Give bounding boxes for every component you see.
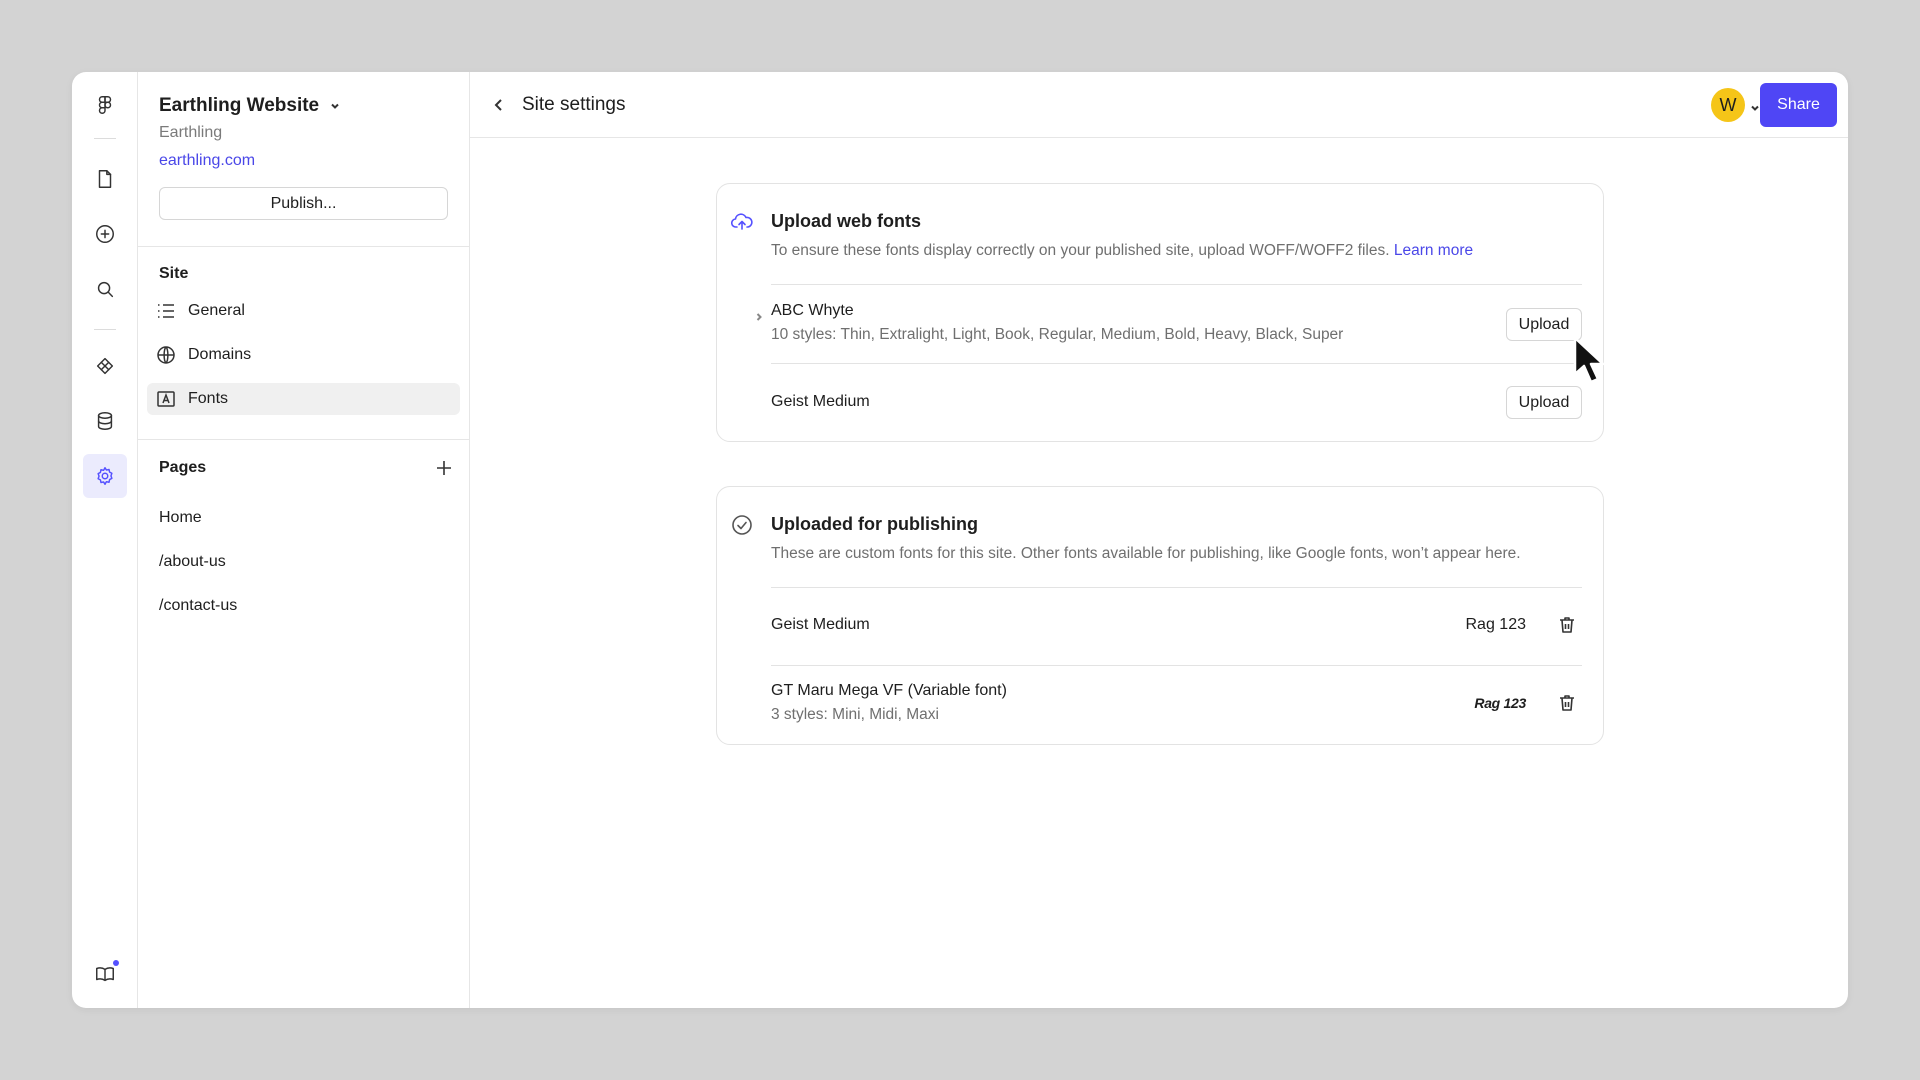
sidebar-item-general[interactable]: General (147, 295, 460, 327)
chevron-down-icon (1751, 105, 1759, 111)
font-styles: 3 styles: Mini, Midi, Maxi (771, 706, 939, 723)
uploaded-for-publishing-card: Uploaded for publishing These are custom… (716, 486, 1604, 745)
top-bar: Site settings W Share (470, 72, 1848, 138)
main-content: Site settings W Share Upload web fonts T… (470, 72, 1848, 1008)
sidebar-item-label: General (188, 302, 245, 319)
divider (771, 665, 1582, 666)
icon-rail (72, 72, 138, 1008)
team-name: Earthling (159, 124, 223, 141)
sidebar-item-label: Domains (188, 346, 252, 363)
card-description-text: To ensure these fonts display correctly … (771, 242, 1390, 259)
domain-link[interactable]: earthling.com (159, 152, 448, 170)
pages-section: Pages Home /about-us /contact-us (138, 440, 469, 628)
divider (771, 363, 1582, 364)
components-icon[interactable] (83, 344, 127, 388)
divider (771, 587, 1582, 588)
sidebar-item-domains[interactable]: Domains (147, 339, 460, 371)
card-description: To ensure these fonts display correctly … (771, 242, 1473, 260)
page-item-about-us[interactable]: /about-us (138, 540, 469, 584)
page-title: Site settings (522, 94, 626, 115)
chevron-down-icon (331, 103, 339, 109)
sidebar-item-fonts[interactable]: Fonts (147, 383, 460, 415)
font-name: Geist Medium (771, 616, 870, 633)
avatar-menu-chevron[interactable] (1750, 100, 1760, 111)
chevron-right-icon (756, 313, 762, 321)
font-styles: 10 styles: Thin, Extralight, Light, Book… (771, 326, 1344, 343)
globe-icon (157, 346, 175, 364)
upload-button[interactable]: Upload (1506, 308, 1582, 341)
database-icon[interactable] (83, 399, 127, 443)
site-section: Site General Domains Fonts (138, 247, 469, 440)
figma-logo-icon[interactable] (83, 83, 127, 127)
avatar[interactable]: W (1711, 88, 1745, 122)
font-icon (157, 391, 175, 407)
learn-more-link[interactable]: Learn more (1394, 242, 1473, 259)
card-title: Uploaded for publishing (771, 514, 978, 534)
font-name: GT Maru Mega VF (Variable font) (771, 682, 1007, 699)
upload-button[interactable]: Upload (1506, 386, 1582, 419)
sidebar-item-label: Fonts (188, 390, 229, 407)
add-page-icon[interactable] (435, 459, 453, 477)
upload-web-fonts-card: Upload web fonts To ensure these fonts d… (716, 183, 1604, 442)
sidebar: Earthling Website Earthling earthling.co… (138, 72, 470, 1008)
site-section-title: Site (159, 265, 189, 282)
file-icon[interactable] (83, 157, 127, 201)
book-help-icon[interactable] (83, 952, 127, 996)
notification-dot (113, 960, 119, 966)
settings-gear-icon[interactable] (83, 454, 127, 498)
card-description: These are custom fonts for this site. Ot… (771, 545, 1521, 562)
cloud-upload-icon (730, 211, 753, 233)
list-icon (158, 304, 174, 318)
page-item-contact-us[interactable]: /contact-us (138, 584, 469, 628)
trash-icon[interactable] (1557, 693, 1577, 713)
add-circle-icon[interactable] (83, 212, 127, 256)
back-button[interactable] (488, 94, 510, 116)
mouse-cursor-icon (1572, 336, 1606, 386)
page-item-home[interactable]: Home (138, 496, 469, 540)
font-name: Geist Medium (771, 393, 870, 410)
font-sample: Rag 123 (1474, 695, 1526, 711)
project-header: Earthling Website Earthling earthling.co… (138, 72, 469, 247)
check-circle-icon (731, 514, 753, 536)
expand-chevron-icon[interactable] (755, 308, 763, 321)
rail-divider (94, 329, 116, 330)
trash-icon[interactable] (1557, 615, 1577, 635)
rail-divider (94, 138, 116, 139)
chevron-left-icon (494, 99, 502, 111)
font-sample: Rag 123 (1465, 616, 1527, 633)
search-icon[interactable] (83, 267, 127, 311)
card-title: Upload web fonts (771, 211, 921, 231)
project-switcher[interactable]: Earthling Website (159, 94, 448, 118)
pages-header: Pages (138, 440, 469, 496)
app-window: Earthling Website Earthling earthling.co… (72, 72, 1848, 1008)
divider (771, 284, 1582, 285)
project-name: Earthling Website (159, 95, 320, 116)
publish-button[interactable]: Publish... (159, 187, 448, 220)
share-button[interactable]: Share (1760, 83, 1837, 127)
pages-section-title: Pages (159, 459, 207, 476)
font-name: ABC Whyte (771, 302, 854, 319)
